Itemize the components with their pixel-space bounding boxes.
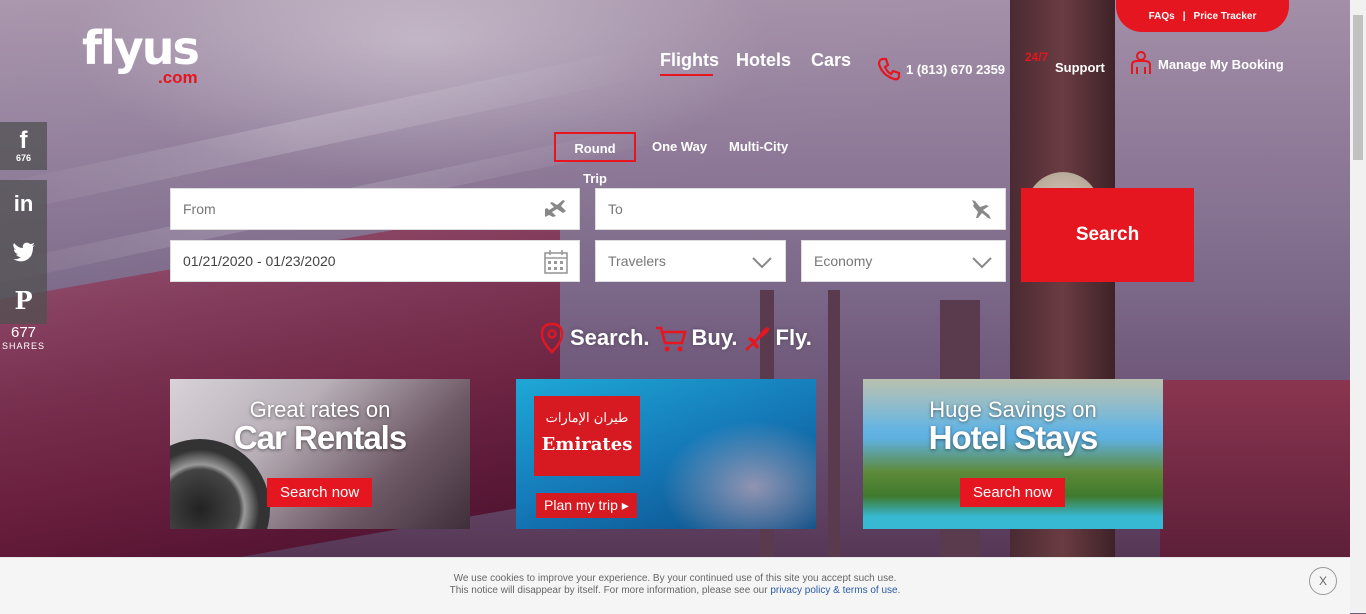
to-placeholder: To (608, 201, 623, 217)
facebook-count: 676 (15, 153, 32, 163)
faq-pill: FAQs | Price Tracker (1116, 0, 1289, 32)
travelers-select[interactable]: Travelers (595, 240, 786, 282)
emirates-logo-arabic: طيران الإمارات (545, 411, 629, 426)
nav-flights[interactable]: Flights (660, 50, 719, 71)
date-range-field[interactable]: 01/21/2020 - 01/23/2020 (170, 240, 580, 282)
share-total-count: 677 (10, 324, 37, 341)
chevron-down-icon (972, 257, 992, 269)
facebook-icon: f (19, 127, 28, 154)
pinterest-icon: P (14, 285, 33, 315)
support-link[interactable]: 24/7 Support (1025, 50, 1105, 78)
share-linkedin[interactable]: in (0, 180, 47, 228)
chevron-down-icon (752, 257, 772, 269)
scrollbar[interactable] (1350, 0, 1366, 613)
plane-landing-icon (972, 200, 991, 219)
from-placeholder: From (183, 201, 216, 217)
support-label: Support (1055, 59, 1105, 75)
tagline: Search. Buy. Fly. (538, 322, 816, 354)
cookie-ampersand: & (833, 585, 840, 596)
scrollbar-thumb[interactable] (1353, 15, 1363, 160)
cookie-line2-text: This notice will disappear by itself. Fo… (449, 585, 768, 596)
emirates-banner[interactable]: طيران الإمارات Emirates Plan my trip ▸ (516, 379, 816, 529)
linkedin-icon: in (13, 191, 34, 216)
manage-booking-link[interactable]: Manage My Booking (1128, 50, 1284, 76)
terms-of-use-link[interactable]: terms of use (843, 585, 898, 596)
travelers-value: Travelers (608, 253, 666, 269)
manage-booking-label: Manage My Booking (1158, 56, 1284, 72)
share-facebook[interactable]: f 676 (0, 122, 47, 170)
cookie-line2: This notice will disappear by itself. Fo… (0, 585, 1350, 597)
share-twitter[interactable] (0, 228, 47, 276)
nav-active-underline (660, 74, 713, 76)
faqs-link[interactable]: FAQs (1149, 11, 1175, 22)
emirates-logo: طيران الإمارات Emirates (534, 396, 640, 476)
cabin-class-select[interactable]: Economy (801, 240, 1006, 282)
coral-reef (646, 409, 816, 529)
person-icon (1131, 51, 1151, 74)
nav-hotels[interactable]: Hotels (736, 50, 791, 71)
calendar-icon (544, 250, 568, 274)
twitter-icon (12, 242, 35, 262)
cookie-text: We use cookies to improve your experienc… (0, 573, 1350, 597)
car-banner-line2: Car Rentals (233, 419, 407, 456)
bus-right (1160, 380, 1366, 560)
search-button[interactable]: Search (1021, 188, 1194, 282)
hotel-banner-line2: Hotel Stays (928, 419, 1099, 456)
logo[interactable]: flyus .com (82, 21, 200, 87)
from-field[interactable]: From (170, 188, 580, 230)
pill-separator: | (1182, 11, 1186, 22)
plan-my-trip-button[interactable]: Plan my trip ▸ (536, 493, 637, 518)
share-total-label: SHARES (1, 341, 45, 351)
cookie-close-button[interactable]: X (1309, 567, 1337, 595)
trip-one-way[interactable]: One Way (652, 132, 707, 162)
support-24-7-icon: 24/7 (1025, 50, 1049, 64)
phone-number: 1 (813) 670 2359 (906, 61, 1006, 77)
tagline-fly: Fly. (775, 325, 812, 350)
airplane-icon (744, 327, 769, 351)
cookie-line1: We use cookies to improve your experienc… (453, 573, 897, 584)
tagline-buy: Buy. (691, 325, 738, 350)
date-range-value: 01/21/2020 - 01/23/2020 (183, 253, 336, 269)
privacy-policy-link[interactable]: privacy policy (770, 585, 830, 596)
trip-multi-city[interactable]: Multi-City (729, 132, 788, 162)
price-tracker-link[interactable]: Price Tracker (1194, 11, 1257, 22)
share-pinterest[interactable]: P (0, 276, 47, 324)
phone-icon (877, 57, 901, 81)
trip-round-trip[interactable]: Round Trip (554, 132, 636, 186)
nav-cars[interactable]: Cars (811, 50, 851, 71)
car-search-now-button[interactable]: Search now (267, 478, 373, 507)
tagline-search: Search. (570, 325, 650, 350)
cookie-period: . (897, 585, 901, 596)
logo-text: flyus (82, 21, 200, 75)
map-pin-icon (540, 322, 564, 354)
emirates-logo-text: Emirates (541, 434, 633, 455)
car-rentals-banner[interactable]: Great rates on Car Rentals Search now (170, 379, 470, 529)
cart-icon (655, 326, 687, 352)
hotel-search-now-button[interactable]: Search now (960, 478, 1066, 507)
phone-link[interactable]: 1 (813) 670 2359 (876, 56, 1005, 82)
plane-takeoff-icon (545, 200, 566, 217)
hotel-stays-banner[interactable]: Huge Savings on Hotel Stays Search now (863, 379, 1163, 529)
to-field[interactable]: To (595, 188, 1006, 230)
share-total: 677 SHARES (0, 324, 47, 352)
logo-suffix: .com (158, 68, 198, 87)
cabin-class-value: Economy (814, 253, 873, 269)
cookie-banner: We use cookies to improve your experienc… (0, 557, 1350, 614)
